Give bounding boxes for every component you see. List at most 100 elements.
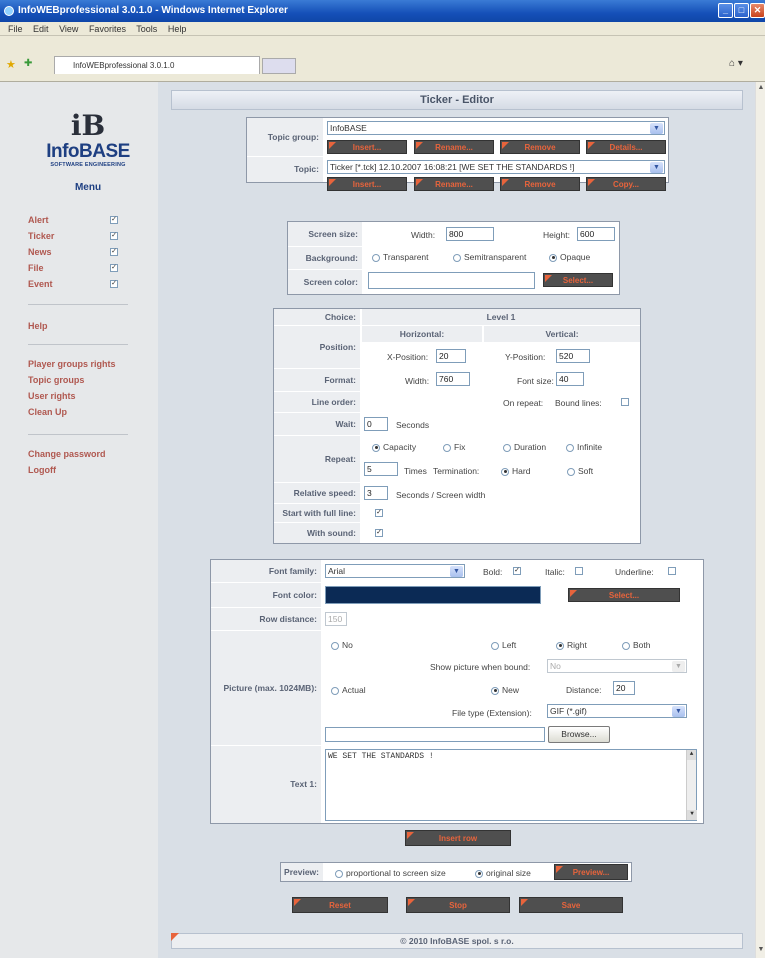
menu-help[interactable]: Help	[168, 24, 187, 34]
radio-fix[interactable]	[443, 443, 451, 452]
home-icon[interactable]: ⌂ ▾	[729, 58, 743, 69]
preview-original-option[interactable]: original size	[475, 868, 531, 878]
format-width-input[interactable]: 760	[436, 372, 470, 386]
sidebar-item-help[interactable]: Help	[28, 320, 48, 332]
wait-input[interactable]: 0	[364, 417, 388, 431]
topic-remove-button[interactable]: Remove	[500, 177, 580, 191]
radio-pic-actual[interactable]	[331, 686, 339, 695]
file-checkbox[interactable]: ✓	[110, 264, 118, 272]
topic-group-insert-button[interactable]: Insert...	[327, 140, 407, 154]
topic-group-details-button[interactable]: Details...	[586, 140, 666, 154]
file-type-select[interactable]: GIF (*.gif) ▼	[547, 704, 687, 718]
browser-tab[interactable]: InfoWEBprofessional 3.0.1.0	[54, 56, 260, 74]
radio-pic-left[interactable]	[491, 641, 499, 650]
font-family-select[interactable]: Arial ▼	[325, 564, 465, 578]
bound-lines-checkbox[interactable]	[621, 398, 629, 406]
repeat-infinite-option[interactable]: Infinite	[566, 442, 602, 452]
with-sound-checkbox[interactable]: ✓	[375, 529, 383, 537]
term-hard-option[interactable]: Hard	[501, 466, 530, 476]
show-when-bound-select[interactable]: No ▼	[547, 659, 687, 673]
scrollbar[interactable]: ▲ ▼	[755, 82, 765, 958]
distance-input[interactable]: 20	[613, 681, 635, 695]
italic-checkbox[interactable]	[575, 567, 583, 575]
radio-pic-new[interactable]	[491, 686, 499, 695]
radio-hard[interactable]	[501, 467, 509, 476]
radio-opaque[interactable]	[549, 253, 557, 262]
sidebar-item-clean-up[interactable]: Clean Up	[28, 406, 67, 418]
save-button[interactable]: Save	[519, 897, 623, 913]
radio-pic-right[interactable]	[556, 641, 564, 650]
bg-semitransparent-option[interactable]: Semitransparent	[453, 252, 526, 262]
sidebar-item-news[interactable]: News	[28, 246, 52, 258]
sidebar-item-player-groups-rights[interactable]: Player groups rights	[28, 358, 116, 370]
insert-row-button[interactable]: Insert row	[405, 830, 511, 846]
favorites-star-icon[interactable]: ★	[6, 58, 16, 71]
alert-checkbox[interactable]: ✓	[110, 216, 118, 224]
browse-button[interactable]: Browse...	[548, 726, 610, 743]
speed-input[interactable]: 3	[364, 486, 388, 500]
scroll-up-icon[interactable]: ▲	[687, 750, 696, 760]
menu-tools[interactable]: Tools	[136, 24, 157, 34]
topic-rename-button[interactable]: Rename...	[414, 177, 494, 191]
radio-transparent[interactable]	[372, 253, 380, 262]
font-size-input[interactable]: 40	[556, 372, 584, 386]
radio-pic-both[interactable]	[622, 641, 630, 650]
pic-left-option[interactable]: Left	[491, 640, 516, 650]
sidebar-item-alert[interactable]: Alert	[28, 214, 49, 226]
event-checkbox[interactable]: ✓	[110, 280, 118, 288]
file-path-input[interactable]	[325, 727, 545, 742]
textarea-scrollbar[interactable]: ▲ ▼	[686, 750, 697, 820]
radio-semitransparent[interactable]	[453, 253, 461, 262]
sidebar-item-change-password[interactable]: Change password	[28, 448, 106, 460]
stop-button[interactable]: Stop	[406, 897, 510, 913]
reset-button[interactable]: Reset	[292, 897, 388, 913]
close-button[interactable]: ✕	[750, 3, 765, 18]
scroll-down-icon[interactable]: ▼	[687, 810, 697, 820]
pic-actual-option[interactable]: Actual	[331, 685, 366, 695]
full-line-checkbox[interactable]: ✓	[375, 509, 383, 517]
maximize-button[interactable]: □	[734, 3, 749, 18]
x-position-input[interactable]: 20	[436, 349, 466, 363]
screen-height-input[interactable]: 600	[577, 227, 615, 241]
radio-proportional[interactable]	[335, 869, 343, 878]
topic-insert-button[interactable]: Insert...	[327, 177, 407, 191]
sidebar-item-event[interactable]: Event	[28, 278, 53, 290]
preview-button[interactable]: Preview...	[554, 864, 628, 880]
radio-infinite[interactable]	[566, 443, 574, 452]
menu-file[interactable]: File	[8, 24, 23, 34]
repeat-capacity-option[interactable]: Capacity	[372, 442, 416, 452]
ticker-checkbox[interactable]: ✓	[110, 232, 118, 240]
topic-group-select[interactable]: InfoBASE ▼	[327, 121, 665, 135]
sidebar-item-user-rights[interactable]: User rights	[28, 390, 76, 402]
sidebar-item-ticker[interactable]: Ticker	[28, 230, 54, 242]
pic-no-option[interactable]: No	[331, 640, 353, 650]
repeat-fix-option[interactable]: Fix	[443, 442, 465, 452]
topic-copy-button[interactable]: Copy...	[586, 177, 666, 191]
menu-edit[interactable]: Edit	[33, 24, 49, 34]
pic-both-option[interactable]: Both	[622, 640, 651, 650]
term-soft-option[interactable]: Soft	[567, 466, 593, 476]
text-1-textarea[interactable]: WE SET THE STANDARDS ! ▲ ▼	[325, 749, 697, 821]
scroll-down-icon[interactable]: ▼	[756, 946, 765, 956]
sidebar-item-logoff[interactable]: Logoff	[28, 464, 56, 476]
radio-soft[interactable]	[567, 467, 575, 476]
topic-select[interactable]: Ticker [*.tck] 12.10.2007 16:08:21 [WE S…	[327, 160, 665, 174]
pic-new-option[interactable]: New	[491, 685, 519, 695]
sidebar-item-file[interactable]: File	[28, 262, 44, 274]
times-input[interactable]: 5	[364, 462, 398, 476]
bg-transparent-option[interactable]: Transparent	[372, 252, 429, 262]
minimize-button[interactable]: _	[718, 3, 733, 18]
y-position-input[interactable]: 520	[556, 349, 590, 363]
radio-pic-no[interactable]	[331, 641, 339, 650]
scroll-up-icon[interactable]: ▲	[756, 84, 765, 94]
screen-color-select-button[interactable]: Select...	[543, 273, 613, 287]
repeat-duration-option[interactable]: Duration	[503, 442, 546, 452]
pic-right-option[interactable]: Right	[556, 640, 587, 650]
sidebar-item-topic-groups[interactable]: Topic groups	[28, 374, 84, 386]
radio-duration[interactable]	[503, 443, 511, 452]
bg-opaque-option[interactable]: Opaque	[549, 252, 590, 262]
bold-checkbox[interactable]: ✓	[513, 567, 521, 575]
news-checkbox[interactable]: ✓	[110, 248, 118, 256]
screen-width-input[interactable]: 800	[446, 227, 494, 241]
menu-favorites[interactable]: Favorites	[89, 24, 126, 34]
